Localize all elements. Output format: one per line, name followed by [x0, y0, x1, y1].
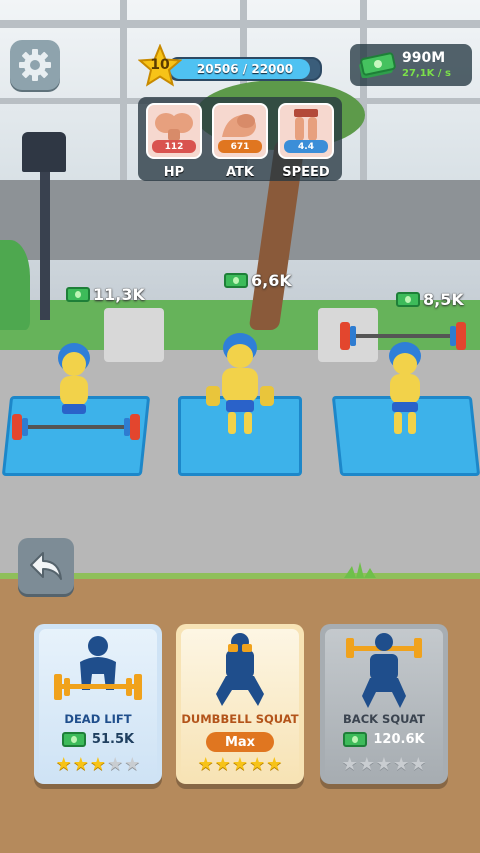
star-rating: ★ ★ ★ ★ ★: [320, 756, 448, 774]
star-empty-icon: ★: [358, 754, 375, 775]
money-panel: 990M 27,1K / s: [350, 44, 472, 86]
stat-card: 671: [212, 103, 268, 159]
stat-hp: 112 HP: [146, 103, 202, 180]
money-amount: 990M: [402, 50, 446, 66]
stats-panel: 112 HP 671 ATK 4.4 SPEED: [138, 97, 342, 181]
level-badge: 10: [137, 43, 183, 88]
dumbbell-squat-pose-icon: [202, 630, 278, 710]
cash-icon: [343, 732, 368, 747]
star-empty-icon: ★: [393, 754, 410, 775]
stat-card: 4.4: [278, 103, 334, 159]
exercise-card-dumbbell-squat[interactable]: DUMBBELL SQUAT Max ★ ★ ★ ★ ★: [176, 624, 304, 784]
dumbbell-rack: [104, 308, 164, 362]
cash-icon: [224, 273, 248, 288]
exercise-card-back-squat[interactable]: BACK SQUAT 120.6K ★ ★ ★ ★ ★: [320, 624, 448, 784]
star-empty-icon: ★: [124, 754, 141, 775]
exercise-name: BACK SQUAT: [343, 712, 425, 726]
stat-label: SPEED: [282, 165, 330, 180]
exercise-price: 51.5K: [34, 732, 162, 747]
back-button[interactable]: [18, 538, 74, 594]
exercise-card-dead-lift[interactable]: DEAD LIFT 51.5K ★ ★ ★ ★ ★: [34, 624, 162, 784]
street-lamp: [22, 132, 66, 172]
star-filled-icon: ★: [72, 754, 89, 775]
window-frame: [120, 0, 127, 180]
chest-muscle-icon: [155, 113, 193, 141]
star-empty-icon: ★: [375, 754, 393, 775]
stat-speed: 4.4 SPEED: [278, 103, 334, 180]
stat-label: ATK: [226, 165, 254, 180]
grass-tuft: [342, 562, 378, 578]
exercise-name: DUMBBELL SQUAT: [181, 712, 299, 726]
star-rating: ★ ★ ★ ★ ★: [34, 756, 162, 774]
stat-value: 4.4: [284, 140, 328, 153]
gym-wall: [0, 180, 480, 260]
star-filled-icon: ★: [89, 754, 107, 775]
star-empty-icon: ★: [107, 754, 124, 775]
back-arrow-icon: [30, 552, 62, 580]
xp-progress-text: 20506 / 22000: [196, 62, 294, 76]
window-frame: [360, 0, 367, 180]
flexed-arm-icon: [222, 114, 256, 137]
stat-card: 112: [146, 103, 202, 159]
star-filled-icon: ★: [55, 754, 72, 775]
xp-progress-bar: 20506 / 22000: [168, 57, 322, 81]
settings-button[interactable]: [10, 40, 60, 90]
street-lamp: [40, 160, 50, 320]
stat-atk: 671 ATK: [212, 103, 268, 180]
star-filled-icon: ★: [214, 754, 231, 775]
station-earning: 8,5K: [396, 290, 464, 309]
level-number: 10: [150, 57, 170, 73]
legs-icon: [294, 109, 318, 141]
star-filled-icon: ★: [197, 754, 214, 775]
barbell: [8, 412, 144, 442]
cash-stack-icon: [358, 52, 396, 79]
star-filled-icon: ★: [231, 754, 249, 775]
station-earning: 6,6K: [224, 271, 292, 290]
cash-icon: [61, 732, 86, 747]
max-level-badge: Max: [206, 732, 274, 752]
stat-value: 112: [152, 140, 196, 153]
star-filled-icon: ★: [266, 754, 283, 775]
star-empty-icon: ★: [341, 754, 358, 775]
exercise-name: DEAD LIFT: [64, 712, 132, 726]
cash-icon: [66, 287, 90, 302]
gear-icon: [19, 49, 51, 81]
overhead-barbell: [336, 316, 470, 356]
station-earning: 11,3K: [66, 285, 145, 304]
exercise-price: 120.6K: [320, 732, 448, 747]
star-filled-icon: ★: [249, 754, 266, 775]
money-rate: 27,1K / s: [402, 68, 451, 79]
star-rating: ★ ★ ★ ★ ★: [176, 756, 304, 774]
cash-icon: [396, 292, 420, 307]
stat-label: HP: [163, 165, 185, 180]
pine-tree: [0, 240, 30, 330]
deadlift-pose-icon: [50, 632, 146, 708]
athlete-dumbbell-squat[interactable]: [200, 330, 280, 440]
stat-value: 671: [218, 140, 262, 153]
back-squat-pose-icon: [342, 632, 426, 710]
star-empty-icon: ★: [410, 754, 427, 775]
